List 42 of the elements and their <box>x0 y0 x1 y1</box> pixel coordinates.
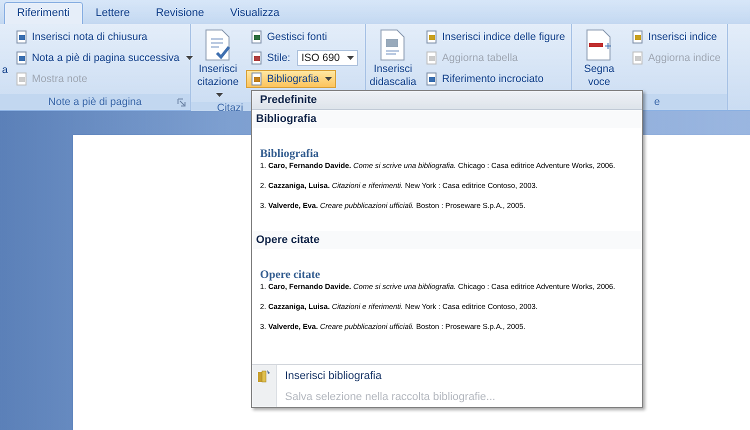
document-icon <box>14 50 29 64</box>
large-button[interactable]: Inserisci didascalia <box>368 27 418 94</box>
ribbon-tab[interactable]: Visualizza <box>217 2 292 24</box>
document-icon <box>425 30 439 44</box>
caret-icon <box>346 56 354 60</box>
ribbon-tab[interactable]: Riferimenti <box>4 2 83 24</box>
ribbon-button[interactable]: Stile: <box>246 48 294 66</box>
document-icon <box>14 72 29 86</box>
ribbon-tab[interactable]: Revisione <box>142 2 218 24</box>
caret-icon <box>216 93 223 98</box>
ribbon-button[interactable]: Bibliografia <box>246 70 336 88</box>
large-button[interactable]: a <box>2 27 8 94</box>
group-label: Citazi <box>217 102 244 114</box>
document-icon <box>250 72 264 86</box>
document-icon <box>14 30 29 44</box>
ribbon-button[interactable]: Inserisci indice delle figure <box>421 28 570 46</box>
menu-header: Predefinite <box>252 91 642 110</box>
ribbon-button[interactable]: Gestisci fonti <box>246 28 332 46</box>
books-icon <box>257 368 271 382</box>
document-icon <box>631 50 646 64</box>
document-icon <box>631 30 646 44</box>
caret-icon <box>324 76 332 80</box>
preview-heading: Opere citate <box>260 269 322 281</box>
document-icon <box>425 72 439 86</box>
document-icon <box>250 50 264 64</box>
citation-icon <box>203 29 233 61</box>
caret-icon <box>186 56 193 60</box>
ribbon-button[interactable]: Riferimento incrociato <box>421 70 548 88</box>
gallery-title: Opere citate <box>252 231 642 249</box>
document-icon <box>425 50 439 64</box>
menu-item[interactable]: Inserisci bibliografia <box>277 365 390 386</box>
preview-heading: Bibliografia <box>260 148 320 160</box>
ribbon-tab[interactable]: Lettere <box>82 2 143 24</box>
ribbon-button[interactable]: Inserisci nota di chiusura <box>10 28 152 46</box>
gallery-title: Bibliografia <box>252 110 642 128</box>
style-select[interactable]: ISO 690 <box>297 50 358 66</box>
group-label: Note a piè di pagina <box>48 96 142 108</box>
group-label: e <box>654 96 660 108</box>
dialog-launcher-icon[interactable] <box>177 98 186 107</box>
document-icon <box>250 30 264 44</box>
large-button[interactable]: Segna voce <box>574 27 624 94</box>
ribbon-button[interactable]: Inserisci indice <box>627 28 722 46</box>
